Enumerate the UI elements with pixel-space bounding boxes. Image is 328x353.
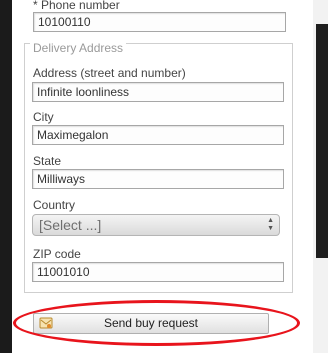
left-background-strip <box>0 0 12 353</box>
state-input[interactable]: Milliways <box>32 169 284 189</box>
select-arrows-icon: ▲ ▼ <box>267 217 274 232</box>
city-label: City <box>33 110 54 124</box>
delivery-address-legend: Delivery Address <box>30 41 127 55</box>
state-label: State <box>33 154 62 168</box>
address-input[interactable]: Infinite loonliness <box>32 82 284 102</box>
cart-icon <box>39 317 53 329</box>
city-input[interactable]: Maximegalon <box>32 125 284 145</box>
send-buy-request-label: Send buy request <box>103 316 199 330</box>
buy-request-page: * Phone number 10100110 Delivery Address… <box>0 0 328 353</box>
right-background-strip <box>313 0 328 353</box>
zip-label: ZIP code <box>33 247 81 261</box>
country-select[interactable]: [Select ...] ▲ ▼ <box>32 214 280 236</box>
country-label: Country <box>33 198 76 212</box>
right-dark-block <box>316 24 328 258</box>
address-label: Address (street and number) <box>33 66 186 80</box>
phone-label: * Phone number <box>33 0 120 12</box>
zip-input[interactable]: 11001010 <box>32 262 284 282</box>
send-buy-request-button[interactable]: Send buy request <box>33 313 269 334</box>
phone-input[interactable]: 10100110 <box>33 12 286 32</box>
country-select-value: [Select ...] <box>39 217 102 233</box>
